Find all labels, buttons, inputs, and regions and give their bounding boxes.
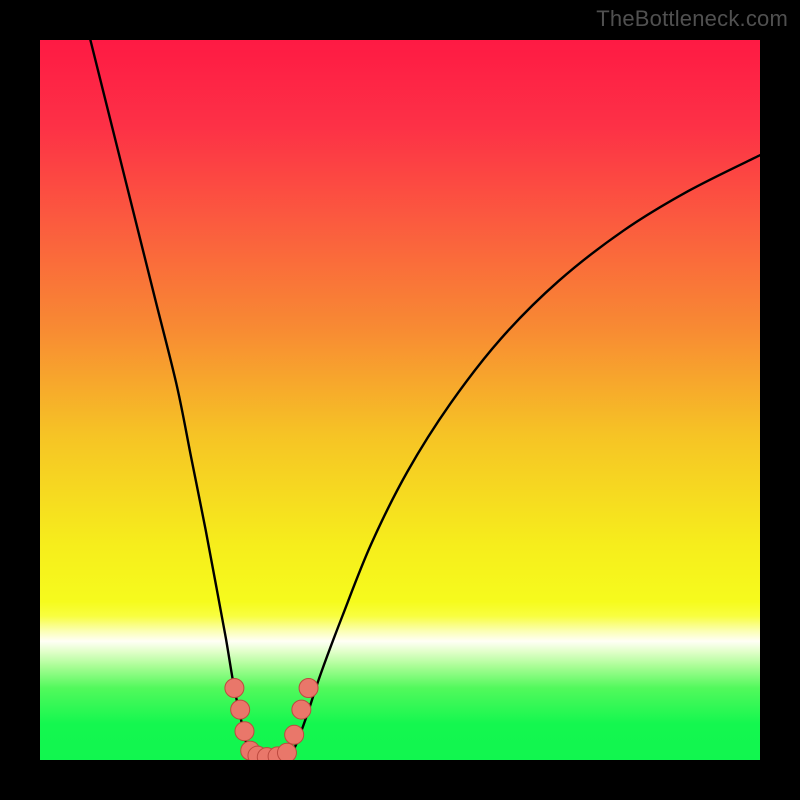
curve-marker — [285, 725, 304, 744]
curve-marker — [235, 722, 254, 741]
chart-frame: TheBottleneck.com — [0, 0, 800, 800]
watermark: TheBottleneck.com — [596, 6, 788, 32]
bottleneck-curve — [40, 40, 760, 760]
curve-marker — [231, 700, 250, 719]
plot-area — [40, 40, 760, 760]
curve-marker — [292, 700, 311, 719]
curve-path — [90, 40, 760, 759]
curve-marker — [277, 743, 296, 760]
curve-marker — [299, 679, 318, 698]
curve-marker — [225, 679, 244, 698]
